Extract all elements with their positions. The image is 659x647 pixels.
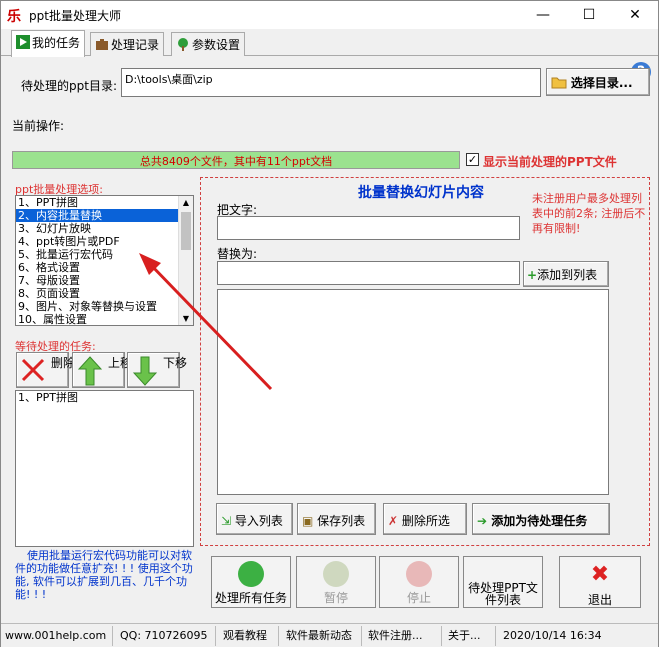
- tab-label: 处理记录: [111, 38, 160, 52]
- show-current-label[interactable]: 显示当前处理的PPT文件: [483, 153, 617, 170]
- app-window: 乐 ppt批量处理大师 — ☐ ✕ 我的任务 处理记录 参数设置 ? 待处理的p…: [0, 0, 659, 647]
- exit-button[interactable]: ✖ 退出: [559, 556, 641, 608]
- tab-label: 参数设置: [192, 38, 241, 52]
- show-current-checkbox[interactable]: ✓: [466, 153, 479, 166]
- option-item[interactable]: 3、幻灯片放映: [16, 222, 193, 235]
- select-dir-button[interactable]: 选择目录...: [546, 68, 650, 96]
- tree-icon: [176, 37, 190, 51]
- tab-history[interactable]: 处理记录: [90, 32, 165, 56]
- window-title: ppt批量处理大师: [29, 9, 121, 23]
- close-button[interactable]: ✕: [612, 1, 658, 29]
- tab-my-tasks[interactable]: 我的任务: [11, 30, 86, 57]
- progress-bar: 总共8409个文件，其中有11个ppt文档: [12, 151, 460, 169]
- move-up-label: 上移: [108, 356, 133, 370]
- find-input[interactable]: [217, 216, 520, 240]
- tab-bar: 我的任务 处理记录 参数设置 ?: [1, 30, 658, 82]
- current-op-label: 当前操作:: [12, 119, 65, 133]
- move-up-button[interactable]: 上移: [72, 352, 133, 389]
- exit-label: 退出: [587, 593, 612, 607]
- option-item[interactable]: 2、内容批量替换: [16, 209, 193, 222]
- tab-label: 我的任务: [32, 36, 81, 50]
- save-icon: ▣: [302, 514, 314, 528]
- delete-task-button[interactable]: 删除: [16, 352, 76, 388]
- delete-x-icon: [20, 357, 46, 386]
- process-all-button[interactable]: 处理所有任务: [211, 556, 291, 608]
- register-notice: 未注册用户最多处理列表中的前2条; 注册后不再有限制!: [532, 192, 646, 235]
- save-list-label: 保存列表: [317, 514, 366, 528]
- delete-selected-button[interactable]: ✗ 删除所选: [383, 503, 467, 535]
- minimize-button[interactable]: —: [520, 1, 566, 29]
- dir-input[interactable]: D:\tools\桌面\zip: [121, 68, 541, 97]
- status-datetime: 2020/10/14 16:34: [503, 629, 602, 642]
- stop-label: 停止: [406, 591, 431, 605]
- dir-label: 待处理的ppt目录:: [21, 79, 117, 93]
- title-bar: 乐 ppt批量处理大师 — ☐ ✕: [1, 1, 658, 29]
- add-to-list-label: 添加到列表: [537, 268, 598, 282]
- select-dir-label: 选择目录...: [570, 76, 633, 90]
- pending-files-label: 待处理PPT文件列表: [468, 581, 538, 607]
- status-website[interactable]: www.001help.com: [1, 626, 113, 646]
- option-item[interactable]: 1、PPT拼图: [16, 196, 193, 209]
- delete-selected-label: 删除所选: [401, 514, 450, 528]
- import-list-button[interactable]: ⇲ 导入列表: [216, 503, 293, 535]
- status-news[interactable]: 软件最新动态: [282, 626, 362, 646]
- status-about[interactable]: 关于...: [444, 626, 496, 646]
- add-icon: +: [527, 268, 538, 282]
- pause-button[interactable]: 暂停: [296, 556, 376, 608]
- process-all-label: 处理所有任务: [214, 591, 287, 605]
- add-task-button[interactable]: ➔ 添加为待处理任务: [472, 503, 610, 535]
- folder-icon: [551, 75, 567, 89]
- play-circle-icon: [238, 561, 264, 587]
- import-icon: ⇲: [221, 514, 232, 528]
- play-icon: [16, 35, 30, 49]
- panel-title: 批量替换幻灯片内容: [358, 185, 484, 201]
- pause-label: 暂停: [323, 591, 348, 605]
- save-list-button[interactable]: ▣ 保存列表: [297, 503, 376, 535]
- add-task-label: 添加为待处理任务: [491, 514, 588, 528]
- import-list-label: 导入列表: [234, 514, 283, 528]
- pending-files-button[interactable]: 待处理PPT文件列表: [463, 556, 543, 608]
- stop-button[interactable]: 停止: [379, 556, 459, 608]
- status-tutorial[interactable]: 观看教程: [219, 626, 279, 646]
- pending-list[interactable]: 1、PPT拼图: [15, 390, 194, 547]
- tab-settings[interactable]: 参数设置: [171, 32, 246, 56]
- delete-task-label: 删除: [51, 356, 76, 370]
- arrow-up-icon: [77, 356, 103, 389]
- delete-selected-icon: ✗: [388, 514, 399, 528]
- pause-circle-icon: [323, 561, 349, 587]
- briefcase-icon: [95, 37, 109, 51]
- add-task-icon: ➔: [477, 514, 488, 528]
- annotation-arrow-icon: [139, 253, 273, 391]
- add-to-list-button[interactable]: +添加到列表: [523, 261, 609, 287]
- app-logo-icon: 乐: [7, 9, 21, 25]
- progress-text: 总共8409个文件，其中有11个ppt文档: [139, 155, 333, 168]
- stop-circle-icon: [406, 561, 432, 587]
- scroll-up-icon[interactable]: ▲: [181, 198, 191, 207]
- macro-tip: 使用批量运行宏代码功能可以对软件的功能做任意扩充! ! ! 使用这个功能, 软件…: [15, 549, 193, 601]
- status-qq: QQ: 710726095: [116, 626, 216, 646]
- exit-icon: ✖: [590, 562, 610, 587]
- maximize-button[interactable]: ☐: [566, 1, 612, 29]
- status-register[interactable]: 软件注册...: [364, 626, 442, 646]
- status-bar: www.001help.com QQ: 710726095 观看教程 软件最新动…: [1, 623, 658, 647]
